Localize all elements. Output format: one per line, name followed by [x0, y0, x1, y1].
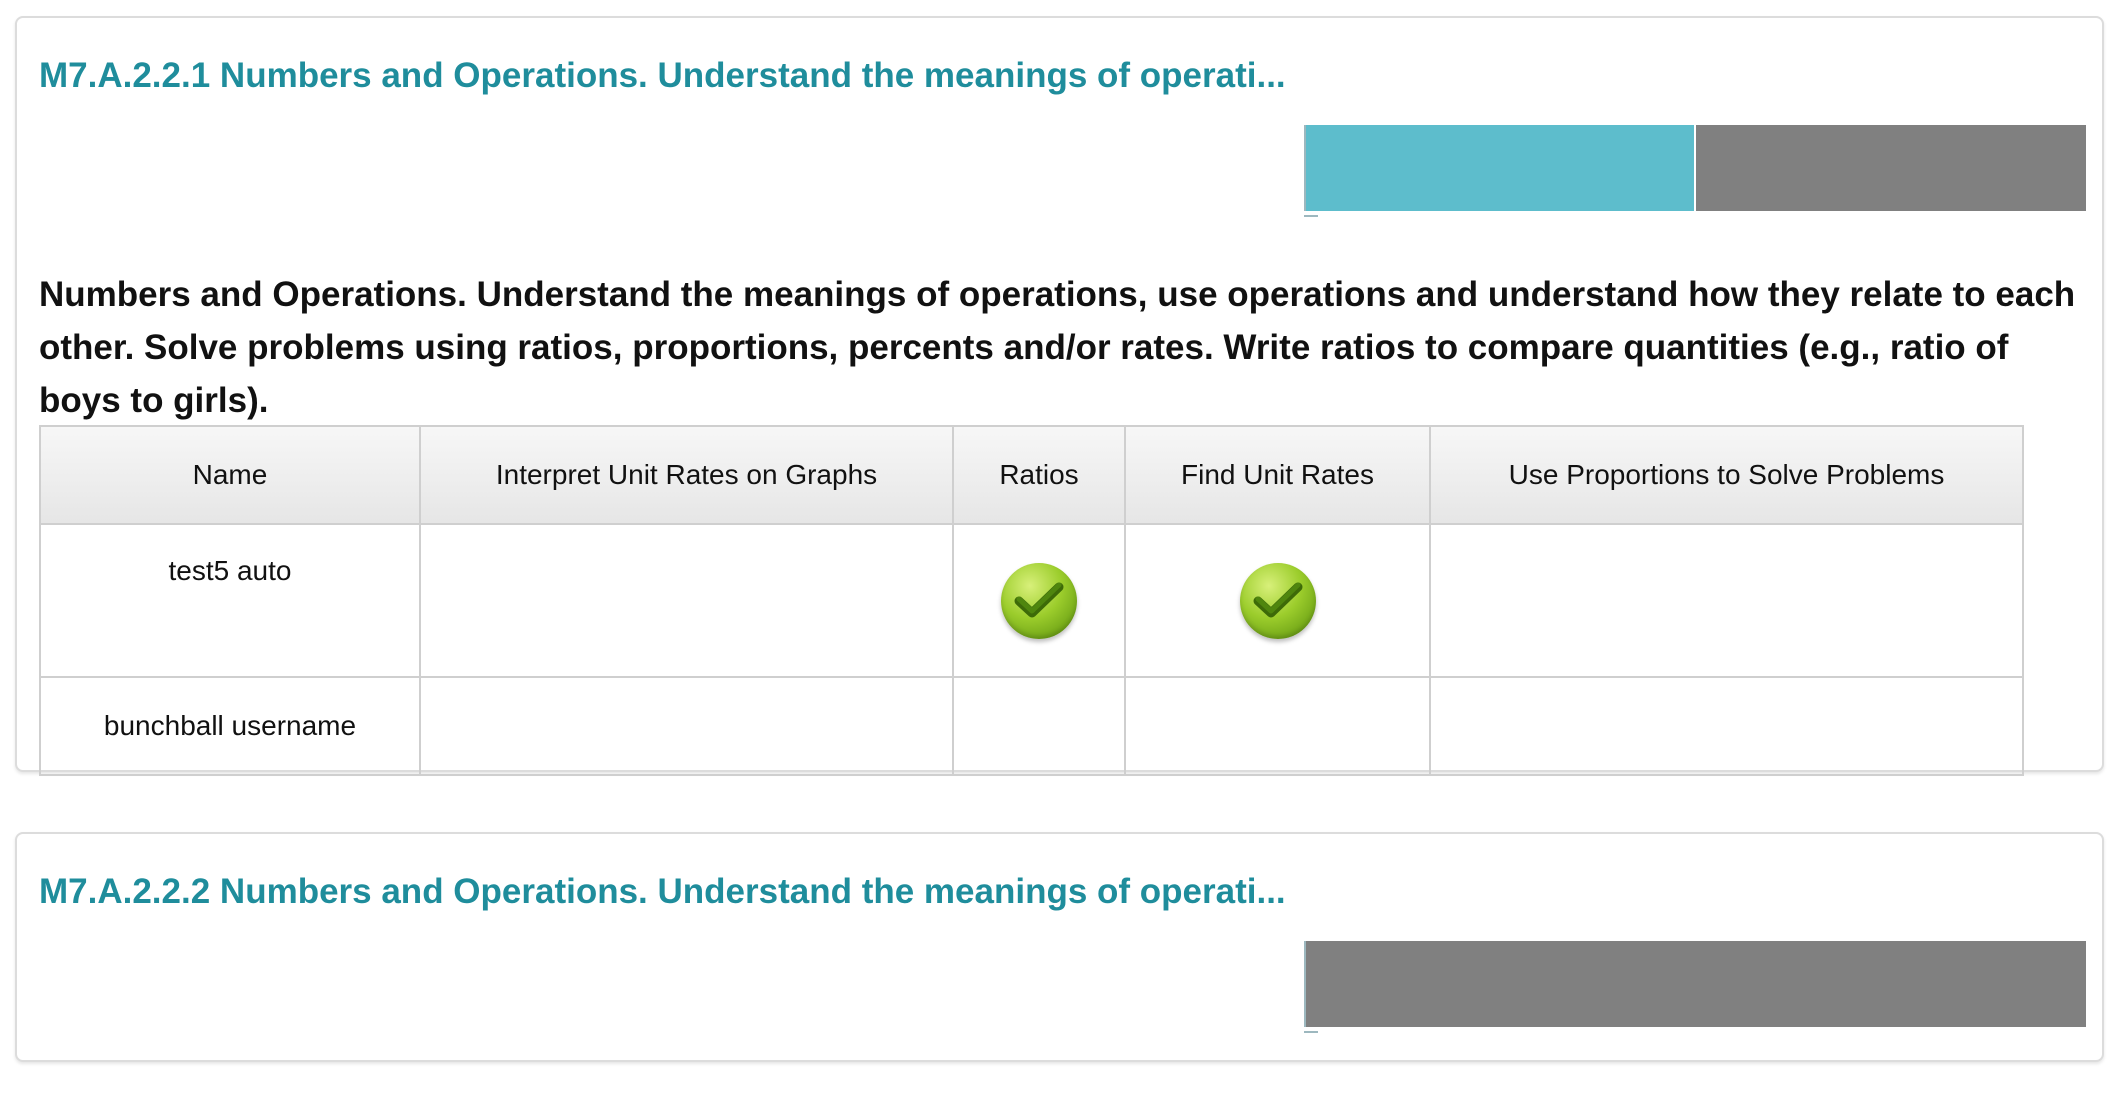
skill-cell [1124, 676, 1431, 776]
skill-cell [419, 523, 954, 678]
student-name: bunchball username [39, 676, 421, 776]
progress-bar [1304, 125, 2086, 217]
progress-tick [1304, 215, 1318, 217]
column-header-name: Name [39, 425, 421, 525]
skill-cell [1124, 523, 1431, 678]
progress-bar [1304, 941, 2086, 1033]
student-name: test5 auto [39, 523, 421, 678]
check-circle-icon [1001, 562, 1077, 639]
progress-tick [1304, 1031, 1318, 1033]
standard-card-1: M7.A.2.2.1 Numbers and Operations. Under… [15, 16, 2104, 776]
skill-cell [1429, 523, 2024, 678]
column-header-find-unit-rates: Find Unit Rates [1124, 425, 1431, 525]
card-title[interactable]: M7.A.2.2.2 Numbers and Operations. Under… [39, 872, 1286, 912]
skill-cell [1429, 676, 2024, 776]
progress-remaining [1306, 941, 2086, 1027]
skill-cell [952, 676, 1126, 776]
table-row: test5 auto [39, 523, 2024, 678]
card-title[interactable]: M7.A.2.2.1 Numbers and Operations. Under… [39, 56, 1286, 96]
student-skill-table: Name Interpret Unit Rates on Graphs Rati… [39, 425, 2024, 776]
skill-cell [952, 523, 1126, 678]
column-header-ratios: Ratios [952, 425, 1126, 525]
standard-description: Numbers and Operations. Understand the m… [39, 275, 2076, 420]
table-row: bunchball username [39, 676, 2024, 776]
standard-card-2: M7.A.2.2.2 Numbers and Operations. Under… [15, 832, 2104, 1062]
column-header-interpret-unit-rates: Interpret Unit Rates on Graphs [419, 425, 954, 525]
progress-fill [1306, 125, 1696, 211]
check-circle-icon [1239, 562, 1316, 639]
table-header-row: Name Interpret Unit Rates on Graphs Rati… [39, 425, 2024, 525]
column-header-use-proportions: Use Proportions to Solve Problems [1429, 425, 2024, 525]
skill-cell [419, 676, 954, 776]
progress-remaining [1696, 125, 2086, 211]
